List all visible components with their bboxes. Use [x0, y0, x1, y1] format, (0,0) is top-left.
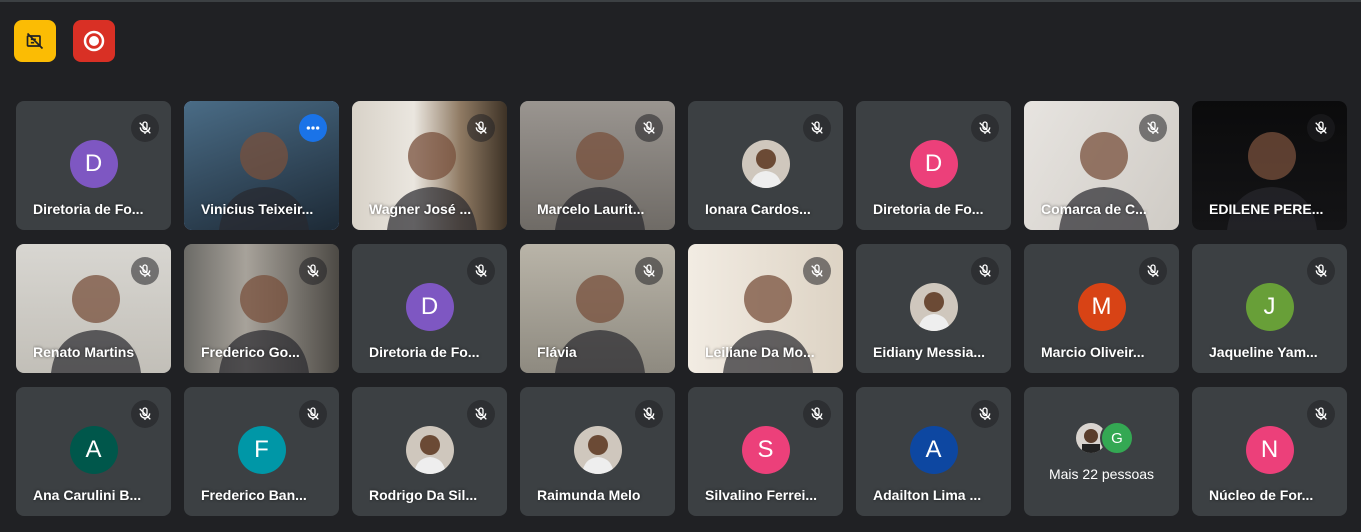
presentation-status-button[interactable] [14, 20, 56, 62]
mic-off-icon [635, 257, 663, 285]
participant-initial-avatar: M [1077, 283, 1126, 331]
mic-off-icon [131, 400, 159, 428]
more-people-label: Mais 22 pessoas [1048, 466, 1155, 482]
participant-tile[interactable]: Renato Martins [16, 244, 171, 373]
mic-off-icon [971, 114, 999, 142]
participant-name: Núcleo de For... [1209, 487, 1314, 503]
mic-off-icon [971, 400, 999, 428]
participant-name: Silvalino Ferrei... [705, 487, 818, 503]
more-horiz-icon [306, 126, 320, 130]
participant-tile[interactable]: Marcelo Laurit... [520, 101, 675, 230]
recording-icon [83, 30, 105, 52]
participant-initial-avatar: S [741, 426, 790, 474]
participant-tile[interactable]: Wagner José ... [352, 101, 507, 230]
participant-tile[interactable]: Raimunda Melo [520, 387, 675, 516]
participant-name: Diretoria de Fo... [369, 344, 480, 360]
participant-name: Diretoria de Fo... [873, 201, 984, 217]
participant-tile[interactable]: N Núcleo de For... [1192, 387, 1347, 516]
participant-name: Marcelo Laurit... [537, 201, 645, 217]
participant-initial-avatar: D [405, 283, 454, 331]
participant-name: Raimunda Melo [537, 487, 641, 503]
participant-initial-avatar: F [237, 426, 286, 474]
participant-initial-avatar: A [909, 426, 958, 474]
participant-name: Flávia [537, 344, 577, 360]
participant-initial-avatar: A [69, 426, 118, 474]
mic-off-icon [635, 114, 663, 142]
participant-tile[interactable]: S Silvalino Ferrei... [688, 387, 843, 516]
mic-off-icon [803, 400, 831, 428]
participant-photo-avatar [573, 426, 622, 474]
mic-off-icon [467, 257, 495, 285]
participant-name: Ionara Cardos... [705, 201, 811, 217]
participant-tile[interactable]: Frederico Go... [184, 244, 339, 373]
participant-tile[interactable]: D Diretoria de Fo... [856, 101, 1011, 230]
participant-name: Vinicius Teixeir... [201, 201, 314, 217]
mic-off-icon [1307, 400, 1335, 428]
recording-button[interactable] [73, 20, 115, 62]
participant-name: Rodrigo Da Sil... [369, 487, 478, 503]
participant-name: Marcio Oliveir... [1041, 344, 1145, 360]
top-border [0, 0, 1361, 2]
mic-off-icon [131, 257, 159, 285]
participant-tile[interactable]: J Jaqueline Yam... [1192, 244, 1347, 373]
participant-name: Leiliane Da Mo... [705, 344, 815, 360]
participant-tile[interactable]: EDILENE PERE... [1192, 101, 1347, 230]
participant-name: Ana Carulini B... [33, 487, 142, 503]
participant-tile[interactable]: Eidiany Messia... [856, 244, 1011, 373]
mic-off-icon [467, 400, 495, 428]
more-people: G Mais 22 pessoas [1024, 387, 1179, 516]
mic-off-icon [131, 114, 159, 142]
mic-off-icon [1139, 114, 1167, 142]
mic-off-icon [971, 257, 999, 285]
mic-off-icon [1307, 257, 1335, 285]
participant-tile[interactable]: Rodrigo Da Sil... [352, 387, 507, 516]
participant-tile[interactable]: D Diretoria de Fo... [352, 244, 507, 373]
participant-name: Diretoria de Fo... [33, 201, 144, 217]
participant-initial-avatar: N [1245, 426, 1294, 474]
participant-name: EDILENE PERE... [1209, 201, 1324, 217]
no-video-presenting-icon [26, 32, 44, 50]
more-options-button[interactable] [299, 114, 327, 142]
participant-tile[interactable]: Leiliane Da Mo... [688, 244, 843, 373]
participant-name: Adailton Lima ... [873, 487, 982, 503]
participant-tile[interactable]: A Ana Carulini B... [16, 387, 171, 516]
participant-photo-avatar [405, 426, 454, 474]
more-people-tile[interactable]: G Mais 22 pessoas [1024, 387, 1179, 516]
mic-off-icon [635, 400, 663, 428]
participant-tile[interactable]: F Frederico Ban... [184, 387, 339, 516]
participant-grid: D Diretoria de Fo... Vinicius Teixeir... Wa… [16, 101, 1347, 516]
mic-off-icon [1307, 114, 1335, 142]
participant-initial-avatar: J [1245, 283, 1294, 331]
participant-name: Jaqueline Yam... [1209, 344, 1318, 360]
participant-name: Renato Martins [33, 344, 135, 360]
mic-off-icon [299, 257, 327, 285]
participant-name: Frederico Ban... [201, 487, 307, 503]
mic-off-icon [1139, 257, 1167, 285]
participant-photo-avatar [909, 283, 958, 331]
mic-off-icon [803, 257, 831, 285]
participant-tile[interactable]: Comarca de C... [1024, 101, 1179, 230]
participant-tile[interactable]: Ionara Cardos... [688, 101, 843, 230]
participant-initial-avatar: D [909, 140, 958, 188]
participant-tile[interactable]: M Marcio Oliveir... [1024, 244, 1179, 373]
participant-initial-avatar: D [69, 140, 118, 188]
participant-name: Wagner José ... [369, 201, 472, 217]
participant-tile[interactable]: Vinicius Teixeir... [184, 101, 339, 230]
participant-initial-avatar: G [1100, 421, 1134, 455]
mic-off-icon [467, 114, 495, 142]
mic-off-icon [803, 114, 831, 142]
participant-name: Frederico Go... [201, 344, 300, 360]
mic-off-icon [299, 400, 327, 428]
participant-tile[interactable]: Flávia [520, 244, 675, 373]
participant-tile[interactable]: A Adailton Lima ... [856, 387, 1011, 516]
participant-name: Comarca de C... [1041, 201, 1147, 217]
participant-tile[interactable]: D Diretoria de Fo... [16, 101, 171, 230]
participant-name: Eidiany Messia... [873, 344, 986, 360]
participant-photo-avatar [741, 140, 790, 188]
